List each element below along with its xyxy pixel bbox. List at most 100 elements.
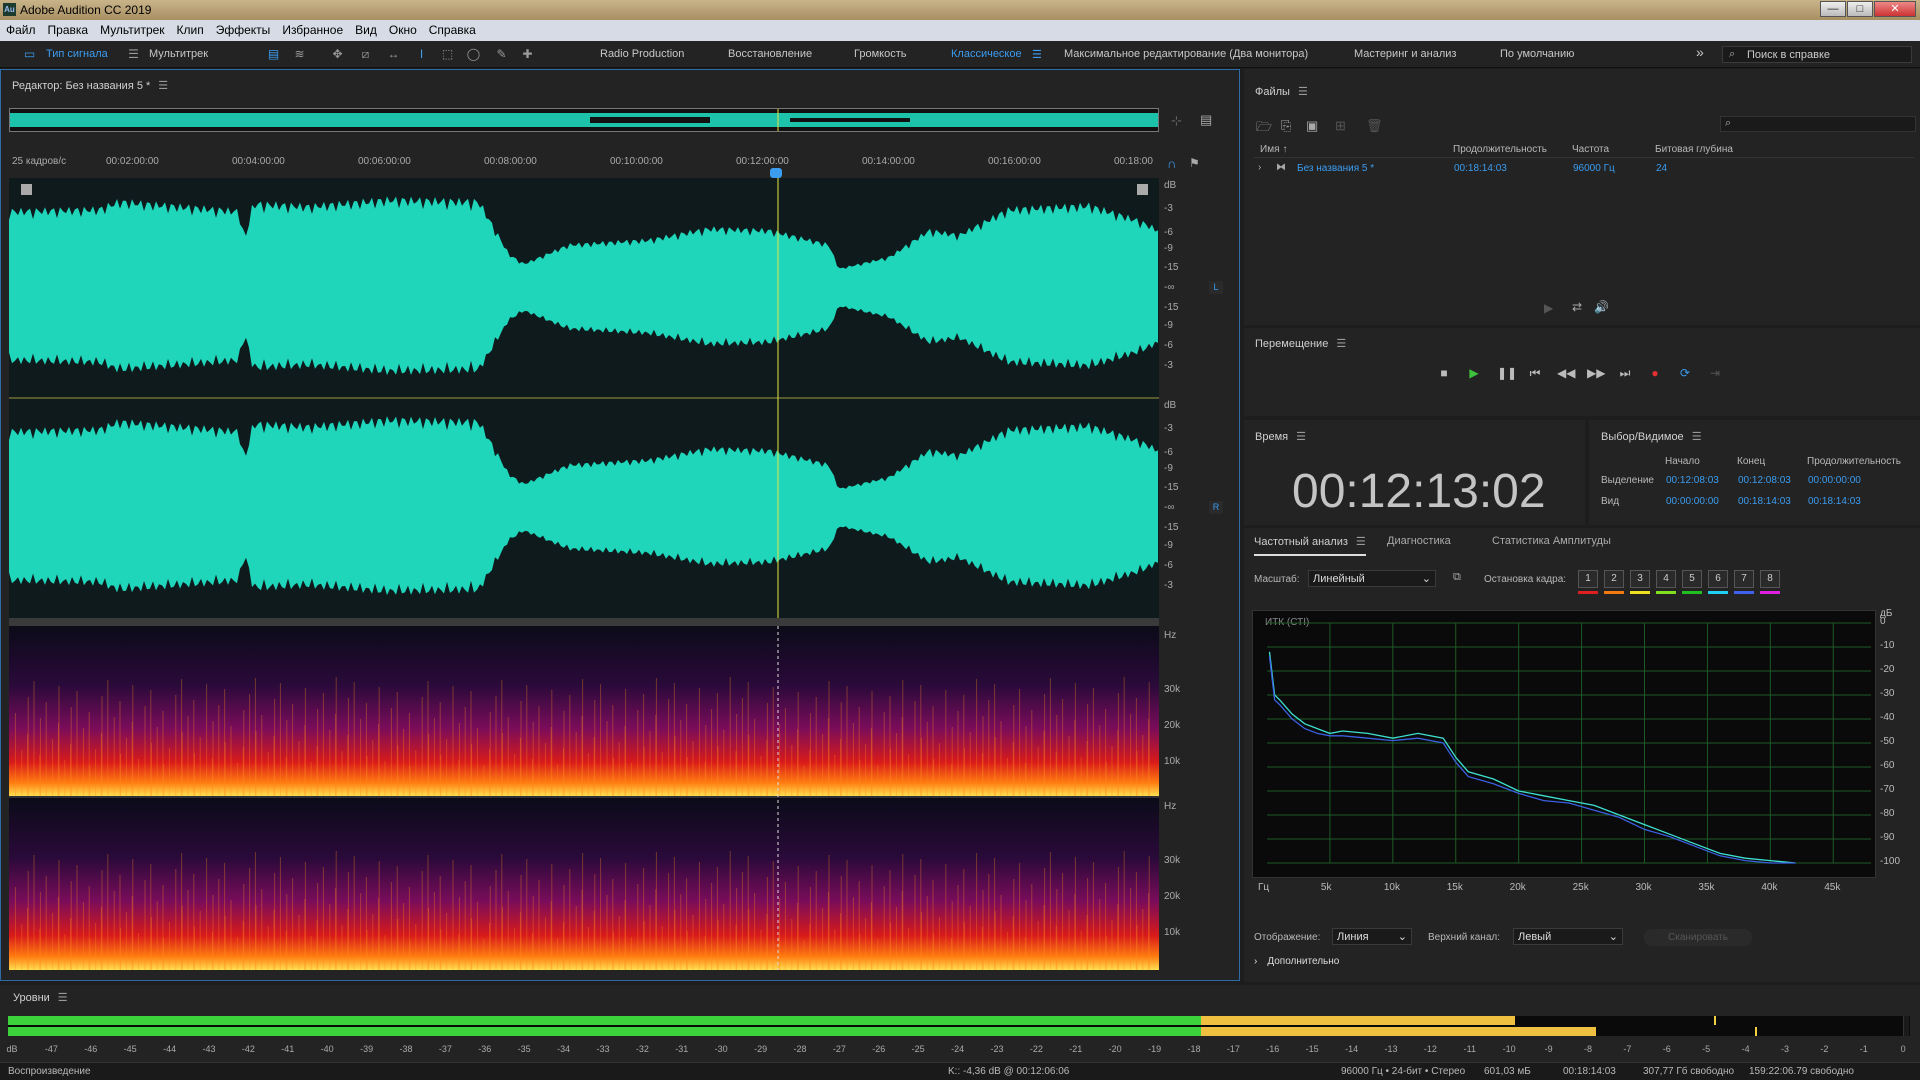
tab-frequency-analysis[interactable]: Частотный анализ ☰: [1254, 535, 1366, 556]
help-search-input[interactable]: ⌕ Поиск в справке: [1722, 46, 1912, 63]
channel-right-button[interactable]: R: [1209, 501, 1223, 514]
freeze-frame-button[interactable]: 1: [1578, 570, 1598, 588]
import-file-icon[interactable]: ⎘: [1281, 118, 1291, 134]
spectral-display[interactable]: [8, 626, 1159, 970]
preview-volume-icon[interactable]: 🔊: [1594, 300, 1609, 314]
levels-panel-menu-icon[interactable]: ☰: [58, 992, 68, 1004]
more-workspaces-button[interactable]: »: [1696, 44, 1704, 60]
file-row[interactable]: › ⧓ Без названия 5 * 00:18:14:03 96000 Г…: [1254, 161, 1914, 177]
col-bits[interactable]: Битовая глубина: [1655, 144, 1733, 155]
current-time-display[interactable]: 00:12:13:02: [1292, 464, 1546, 519]
menu-multitrack[interactable]: Мультитрек: [94, 20, 170, 37]
marquee-tool-icon[interactable]: ⬚: [440, 47, 455, 61]
scale-dropdown[interactable]: Линейный ⌄: [1308, 570, 1436, 587]
maximize-button[interactable]: □: [1847, 1, 1873, 17]
fade-out-handle[interactable]: [1137, 184, 1148, 195]
menu-view[interactable]: Вид: [349, 20, 383, 37]
freeze-frame-button[interactable]: 6: [1708, 570, 1728, 588]
freeze-frame-button[interactable]: 5: [1682, 570, 1702, 588]
marker-icon[interactable]: ⚑: [1189, 156, 1200, 170]
open-file-icon[interactable]: 🗁: [1256, 118, 1272, 140]
more-settings-toggle[interactable]: › Дополнительно: [1254, 956, 1339, 967]
time-ruler[interactable]: 00:02:00:00 00:04:00:00 00:06:00:00 00:0…: [1, 154, 1161, 170]
col-name[interactable]: Имя ↑: [1260, 144, 1287, 155]
waveform-view-button[interactable]: Тип сигнала: [46, 48, 108, 60]
fast-forward-icon[interactable]: ▶▶: [1587, 365, 1605, 381]
close-button[interactable]: ✕: [1874, 1, 1916, 17]
workspace-default[interactable]: По умолчанию: [1500, 48, 1574, 60]
waveform-display[interactable]: [9, 178, 1159, 618]
menu-edit[interactable]: Правка: [42, 20, 95, 37]
files-panel-menu-icon[interactable]: ☰: [1298, 86, 1308, 98]
selection-panel-menu-icon[interactable]: ☰: [1692, 431, 1702, 443]
snap-icon[interactable]: ∩: [1167, 156, 1176, 171]
overview-navigator[interactable]: [9, 108, 1159, 132]
move-to-next-icon[interactable]: ⏭: [1617, 365, 1633, 381]
transport-panel-menu-icon[interactable]: ☰: [1336, 338, 1346, 350]
workspace-restoration[interactable]: Восстановление: [728, 48, 812, 60]
channel-left-button[interactable]: L: [1209, 281, 1223, 294]
menu-favorites[interactable]: Избранное: [276, 20, 349, 37]
files-search-input[interactable]: ⌕: [1720, 116, 1916, 132]
tab-amplitude-statistics[interactable]: Статистика Амплитуды: [1492, 535, 1611, 547]
menu-clip[interactable]: Клип: [171, 20, 210, 37]
minimize-button[interactable]: —: [1820, 1, 1846, 17]
freeze-frame-button[interactable]: 3: [1630, 570, 1650, 588]
play-icon[interactable]: ▶: [1466, 365, 1482, 381]
lasso-tool-icon[interactable]: ◯: [466, 47, 481, 61]
stop-icon[interactable]: ■: [1436, 365, 1452, 381]
razor-tool-icon[interactable]: ⧄: [358, 47, 373, 61]
workspace-menu-icon[interactable]: ☰: [1032, 48, 1042, 61]
workspace-radio-production[interactable]: Radio Production: [600, 48, 684, 60]
tab-diagnostics[interactable]: Диагностика: [1387, 535, 1451, 547]
spectral-divider[interactable]: [9, 618, 1159, 626]
display-dropdown[interactable]: Линия ⌄: [1332, 928, 1412, 945]
workspace-loudness[interactable]: Громкость: [854, 48, 906, 60]
top-channel-dropdown[interactable]: Левый ⌄: [1513, 928, 1623, 945]
workspace-classic[interactable]: Классическое: [951, 48, 1022, 60]
move-to-previous-icon[interactable]: ⏮: [1527, 365, 1543, 381]
workspace-max-editing[interactable]: Максимальное редактирование (Два монитор…: [1064, 48, 1308, 60]
editor-panel-menu-icon[interactable]: ☰: [158, 80, 168, 92]
col-duration[interactable]: Продолжительность: [1453, 144, 1547, 155]
freeze-frame-button[interactable]: 7: [1734, 570, 1754, 588]
sel-end[interactable]: 00:12:08:03: [1738, 475, 1791, 486]
record-icon[interactable]: ●: [1647, 365, 1663, 381]
time-panel-menu-icon[interactable]: ☰: [1296, 431, 1306, 443]
view-duration[interactable]: 00:18:14:03: [1808, 496, 1861, 507]
menu-file[interactable]: Файл: [0, 20, 42, 37]
loop-icon[interactable]: ⟳: [1677, 365, 1693, 381]
fade-in-handle[interactable]: [21, 184, 32, 195]
expand-chevron-icon[interactable]: ›: [1258, 162, 1261, 173]
view-end[interactable]: 00:18:14:03: [1738, 496, 1791, 507]
freeze-copy-icon[interactable]: ⧉: [1453, 571, 1461, 584]
freeze-frame-button[interactable]: 4: [1656, 570, 1676, 588]
clip-indicator[interactable]: [1903, 1016, 1909, 1036]
time-selection-tool-icon[interactable]: I: [414, 47, 429, 61]
freeze-frame-button[interactable]: 8: [1760, 570, 1780, 588]
slip-tool-icon[interactable]: ↔: [386, 47, 401, 61]
zoom-in-vertical-icon[interactable]: ⊹: [1171, 113, 1182, 129]
freeze-frame-button[interactable]: 2: [1604, 570, 1624, 588]
menu-help[interactable]: Справка: [423, 20, 482, 37]
pause-icon[interactable]: ❚❚: [1497, 365, 1517, 381]
playhead-handle[interactable]: [770, 168, 782, 178]
scan-button[interactable]: Сканировать: [1644, 929, 1752, 946]
brush-tool-icon[interactable]: ✎: [494, 47, 509, 61]
preview-play-icon[interactable]: ▶: [1544, 301, 1553, 315]
move-tool-icon[interactable]: ✥: [330, 47, 345, 61]
healing-tool-icon[interactable]: ✚: [520, 47, 535, 61]
rewind-icon[interactable]: ◀◀: [1557, 365, 1575, 381]
waveform-display-icon[interactable]: ▤: [266, 47, 281, 61]
workspace-mastering[interactable]: Мастеринг и анализ: [1354, 48, 1456, 60]
sel-duration[interactable]: 00:00:00:00: [1808, 475, 1861, 486]
analysis-panel-menu-icon[interactable]: ☰: [1356, 536, 1366, 548]
menu-window[interactable]: Окно: [383, 20, 423, 37]
preview-loop-icon[interactable]: ⇄: [1572, 300, 1582, 314]
multitrack-view-button[interactable]: Мультитрек: [149, 48, 208, 60]
sel-start[interactable]: 00:12:08:03: [1666, 475, 1719, 486]
panel-options-icon[interactable]: ▤: [1200, 112, 1212, 128]
view-start[interactable]: 00:00:00:00: [1666, 496, 1719, 507]
menu-effects[interactable]: Эффекты: [210, 20, 277, 37]
new-file-icon[interactable]: ▣: [1306, 118, 1318, 134]
